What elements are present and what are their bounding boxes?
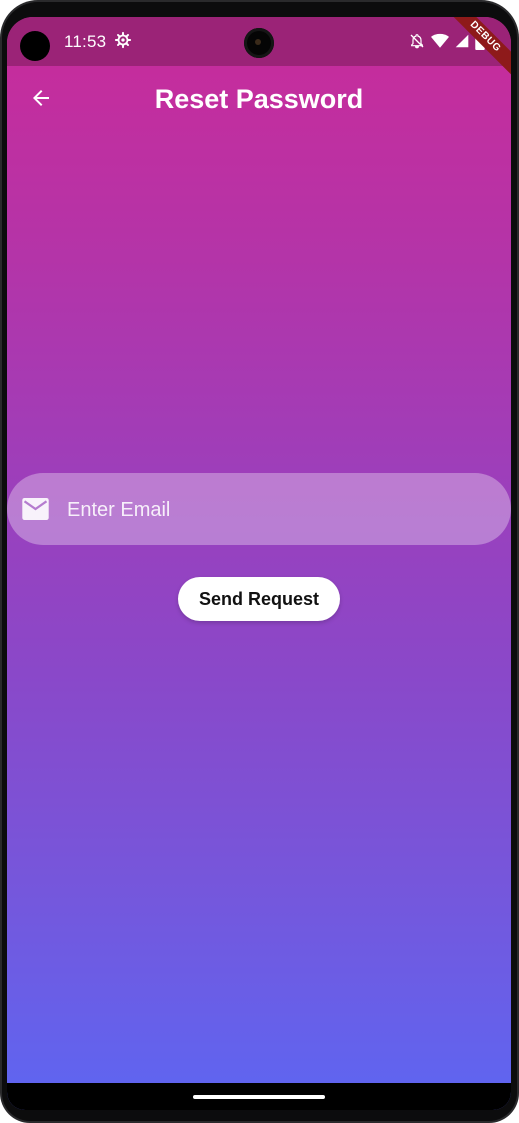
signal-icon [455,33,469,53]
wifi-icon [431,33,449,53]
status-bar: 11:53 DEBUG [7,17,511,77]
mail-icon [22,498,49,525]
gear-icon [114,31,132,54]
send-request-button[interactable]: Send Request [178,577,340,621]
front-camera [244,28,274,58]
status-time: 11:53 [64,32,107,51]
bell-off-icon [409,32,425,54]
home-indicator[interactable] [193,1095,325,1099]
device-frame: 11:53 DEBUG Reset Password Enter Email S… [0,0,519,1123]
camera-dot [20,31,50,61]
app-bar: Reset Password [7,66,511,134]
navigation-bar [7,1083,511,1110]
email-field[interactable] [7,473,511,545]
page-title: Reset Password [154,84,364,114]
screen: 11:53 DEBUG Reset Password Enter Email S… [7,17,511,1110]
email-input[interactable] [65,491,489,529]
